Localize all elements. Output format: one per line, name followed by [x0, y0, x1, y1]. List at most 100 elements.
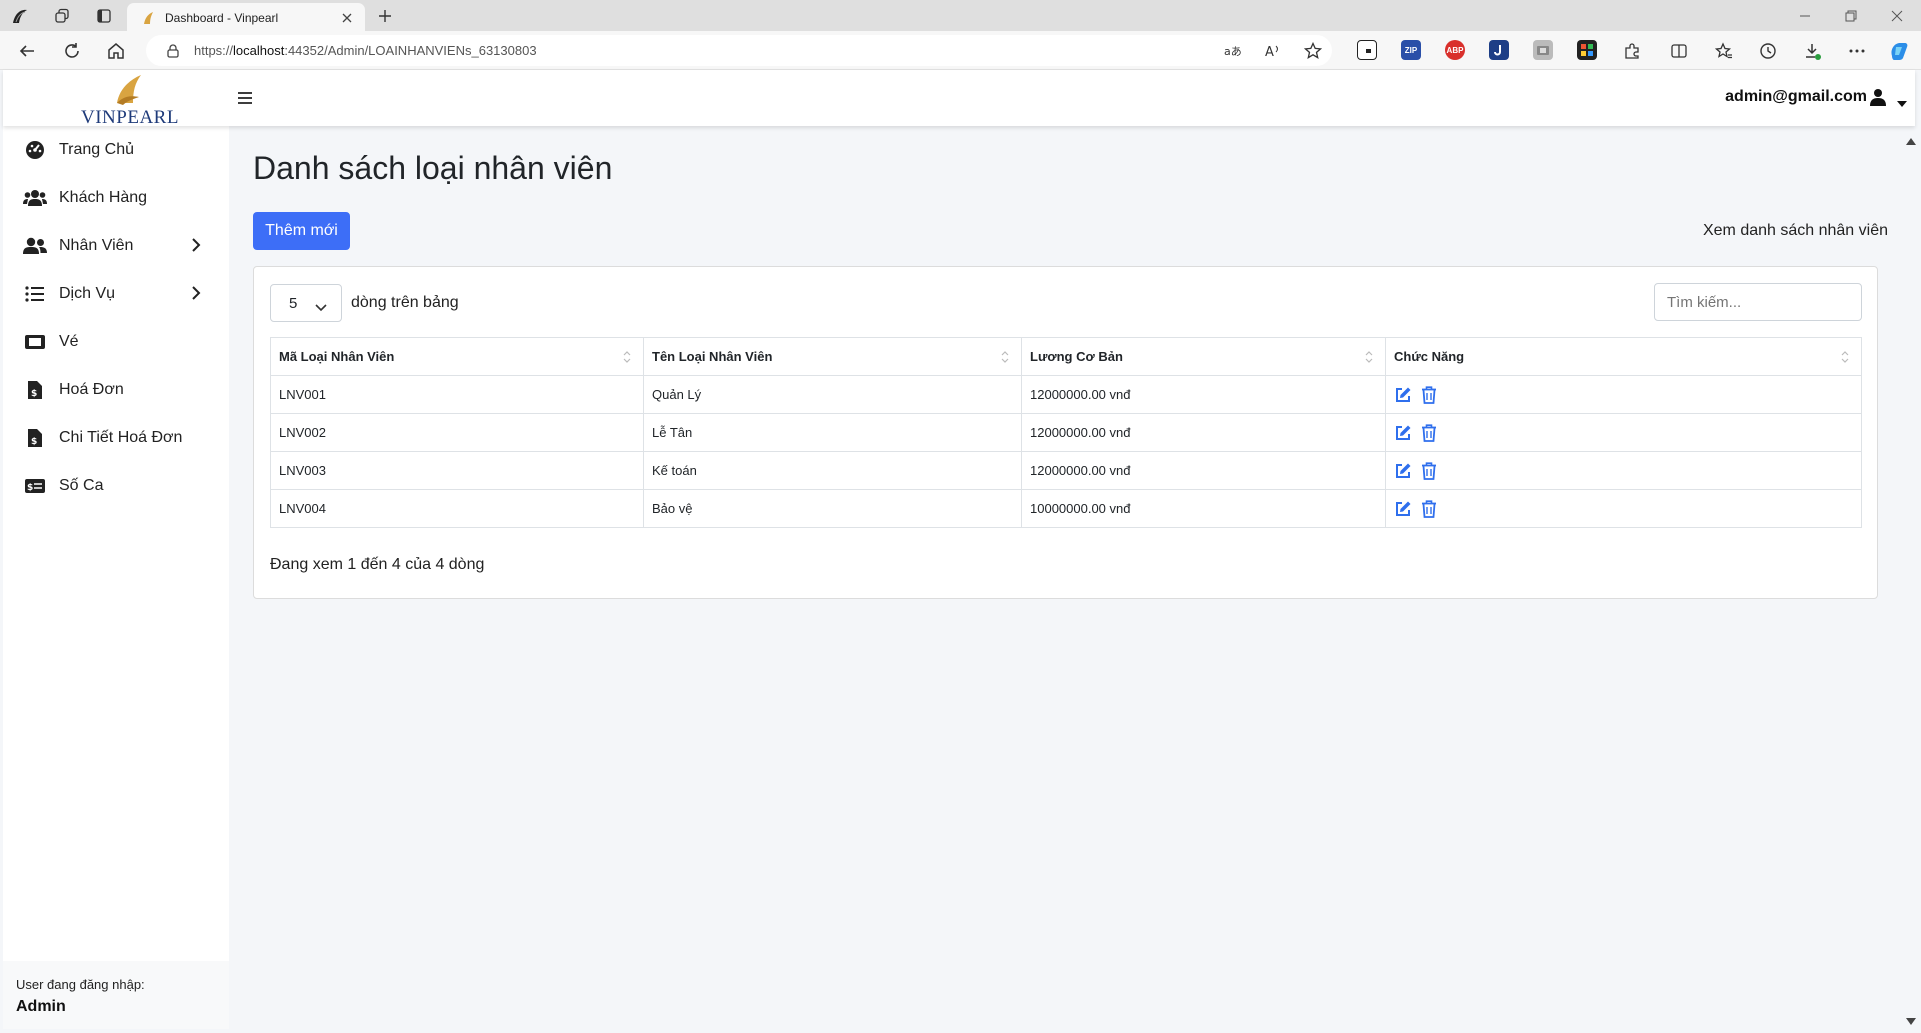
- cell-salary: 12000000.00 vnđ: [1021, 375, 1386, 414]
- workspaces-icon[interactable]: [52, 6, 72, 26]
- pip-extension-icon[interactable]: [1357, 40, 1377, 60]
- chevron-right-icon: [191, 286, 205, 302]
- column-header-label: Tên Loại Nhân Viên: [652, 349, 773, 364]
- browser-tabstrip: Dashboard - Vinpearl: [0, 0, 1921, 32]
- sidebar-item-chi-tiet-hoa-don[interactable]: $ Chi Tiết Hoá Đơn: [23, 423, 219, 453]
- tab-actions-icon[interactable]: [94, 6, 114, 26]
- page-length-label: dòng trên bảng: [351, 294, 459, 311]
- edit-icon[interactable]: [1394, 500, 1412, 518]
- user-icon[interactable]: [1869, 88, 1889, 108]
- money-card-icon: $: [23, 474, 47, 498]
- logo-bird-icon: [117, 75, 141, 105]
- edit-icon[interactable]: [1394, 462, 1412, 480]
- new-tab-icon[interactable]: [374, 5, 396, 27]
- url-host: localhost: [233, 43, 285, 58]
- more-menu-icon[interactable]: [1846, 40, 1868, 62]
- minimize-icon[interactable]: [1792, 4, 1818, 28]
- view-employees-link[interactable]: Xem danh sách nhân viên: [1703, 222, 1888, 240]
- edit-icon[interactable]: [1394, 424, 1412, 442]
- cell-code: LNV003: [270, 451, 644, 490]
- favorite-star-icon[interactable]: [1302, 40, 1324, 62]
- cell-code: LNV002: [270, 413, 644, 452]
- grid-extension-icon[interactable]: [1577, 40, 1597, 60]
- sort-icon: [623, 350, 631, 364]
- cell-actions: [1385, 375, 1862, 414]
- screenshot-extension-icon[interactable]: [1533, 40, 1553, 60]
- sidebar-item-khach-hang[interactable]: Khách Hàng: [23, 183, 219, 213]
- home-icon[interactable]: [105, 40, 127, 62]
- column-header-code[interactable]: Mã Loại Nhân Viên: [270, 337, 644, 376]
- browser-tab-active[interactable]: Dashboard - Vinpearl: [127, 3, 365, 32]
- delete-trash-icon[interactable]: [1421, 461, 1439, 480]
- url-path: :44352/Admin/LOAINHANVIENs_63130803: [284, 43, 537, 58]
- logo-text: VINPEARL: [81, 107, 179, 128]
- sidebar-item-nhan-vien[interactable]: Nhân Viên: [23, 231, 219, 261]
- sidebar-item-trang-chu[interactable]: Trang Chủ: [23, 135, 219, 165]
- delete-trash-icon[interactable]: [1421, 499, 1439, 518]
- refresh-icon[interactable]: [61, 40, 83, 62]
- history-icon[interactable]: [1757, 40, 1779, 62]
- invoice-icon: $: [23, 378, 47, 402]
- column-header-name[interactable]: Tên Loại Nhân Viên: [643, 337, 1022, 376]
- column-header-label: Lương Cơ Bản: [1030, 349, 1123, 364]
- cell-name: Kế toán: [643, 451, 1022, 490]
- downloads-icon[interactable]: [1801, 40, 1823, 62]
- svg-text:$: $: [27, 483, 33, 493]
- cell-actions: [1385, 451, 1862, 490]
- sidebar-item-so-ca[interactable]: $ Số Ca: [23, 471, 219, 501]
- hamburger-menu-icon[interactable]: [236, 89, 254, 107]
- address-bar[interactable]: https://localhost:44352/Admin/LOAINHANVI…: [146, 35, 1332, 66]
- table-header-row: Mã Loại Nhân Viên Tên Loại Nhân Viên Lươ…: [270, 337, 1862, 376]
- main-content: Danh sách loại nhân viên Thêm mới Xem da…: [229, 126, 1915, 1029]
- column-header-salary[interactable]: Lương Cơ Bản: [1021, 337, 1386, 376]
- copilot-icon[interactable]: [1887, 39, 1911, 63]
- restore-icon[interactable]: [1838, 4, 1864, 28]
- sidebar-item-ve[interactable]: Vé: [23, 327, 219, 357]
- page-title: Danh sách loại nhân viên: [253, 150, 613, 186]
- vinpearl-logo[interactable]: VINPEARL: [81, 73, 178, 128]
- close-window-icon[interactable]: [1884, 4, 1910, 28]
- url-scheme: https://: [194, 43, 234, 58]
- table-info: Đang xem 1 đến 4 của 4 dòng: [270, 556, 485, 573]
- logged-in-label: User đang đăng nhập:: [16, 977, 145, 992]
- add-new-button[interactable]: Thêm mới: [253, 212, 350, 250]
- scroll-up-arrow-icon[interactable]: [1906, 132, 1916, 145]
- j-extension-icon[interactable]: [1489, 40, 1509, 60]
- table-row: LNV004 Bảo vệ 10000000.00 vnđ: [270, 489, 1862, 528]
- tab-close-icon[interactable]: [337, 8, 357, 28]
- read-aloud-icon[interactable]: A: [1262, 40, 1284, 62]
- split-screen-icon[interactable]: [1668, 40, 1690, 62]
- svg-text:aあ: aあ: [1224, 45, 1242, 58]
- sidebar-item-dich-vu[interactable]: Dịch Vụ: [23, 279, 219, 309]
- extensions-puzzle-icon[interactable]: [1621, 40, 1643, 62]
- back-icon[interactable]: [16, 40, 38, 62]
- table-row: LNV002 Lễ Tân 12000000.00 vnđ: [270, 413, 1862, 452]
- zip-extension-icon[interactable]: ZIP: [1401, 40, 1421, 60]
- user-dropdown-caret-icon[interactable]: [1897, 94, 1907, 107]
- page-scrollbar[interactable]: [1915, 126, 1921, 1029]
- cell-actions: [1385, 413, 1862, 452]
- favorites-icon[interactable]: [1713, 40, 1735, 62]
- page-length-select[interactable]: 5: [270, 284, 342, 322]
- svg-text:$: $: [31, 389, 37, 399]
- column-header-actions[interactable]: Chức Năng: [1385, 337, 1862, 376]
- scroll-down-arrow-icon[interactable]: [1906, 1013, 1916, 1025]
- sidebar-item-hoa-don[interactable]: $ Hoá Đơn: [23, 375, 219, 405]
- column-header-label: Mã Loại Nhân Viên: [279, 349, 395, 364]
- app-header: VINPEARL admin@gmail.com: [3, 70, 1915, 128]
- search-input[interactable]: [1654, 283, 1862, 321]
- browser-profile-icon[interactable]: [10, 6, 30, 26]
- logged-in-user-panel: User đang đăng nhập: Admin: [3, 961, 229, 1029]
- sidebar: Trang Chủ Khách Hàng Nhân Viên Dịch Vụ V…: [3, 126, 229, 1029]
- chevron-right-icon: [191, 238, 205, 254]
- sidebar-item-label: Vé: [59, 333, 79, 350]
- edit-icon[interactable]: [1394, 386, 1412, 404]
- tab-title: Dashboard - Vinpearl: [165, 10, 279, 25]
- delete-trash-icon[interactable]: [1421, 385, 1439, 404]
- user-email[interactable]: admin@gmail.com: [1725, 88, 1867, 106]
- table-card: 5 dòng trên bảng Mã Loại Nhân Viên Tên L…: [253, 266, 1878, 599]
- site-info-lock-icon[interactable]: [166, 43, 180, 58]
- delete-trash-icon[interactable]: [1421, 423, 1439, 442]
- adblock-extension-icon[interactable]: ABP: [1445, 40, 1465, 60]
- translate-icon[interactable]: aあ: [1222, 40, 1244, 62]
